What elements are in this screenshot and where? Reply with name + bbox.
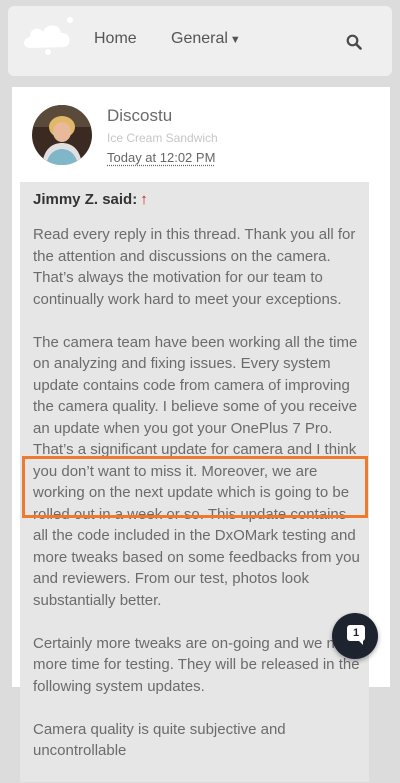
chat-bubble-tail	[358, 640, 363, 645]
quote-body: Read every reply in this thread. Thank y…	[33, 224, 365, 783]
quote-paragraph: Certainly more tweaks are on-going and w…	[33, 634, 360, 695]
notification-count: 1	[347, 625, 365, 641]
notifications-button[interactable]: 1	[332, 613, 378, 659]
jump-to-quote-icon[interactable]: ↑	[140, 191, 148, 208]
nav-general-label: General	[171, 30, 228, 47]
quote-paragraph: Read every reply in this thread. Thank y…	[33, 226, 356, 308]
search-button[interactable]	[330, 24, 378, 60]
avatar[interactable]	[32, 105, 92, 165]
cloud-logo-icon[interactable]	[20, 14, 78, 62]
post-card: Discostu Ice Cream Sandwich Today at 12:…	[12, 87, 390, 782]
quote-header: Jimmy Z. said: ↑	[33, 191, 148, 208]
post-username[interactable]: Discostu	[107, 106, 172, 126]
quote-block: Jimmy Z. said: ↑ Read every reply in this…	[20, 182, 369, 782]
quote-author-said: Jimmy Z. said:	[33, 191, 138, 208]
nav-general-dropdown[interactable]: General ▼	[171, 30, 241, 48]
user-title: Ice Cream Sandwich	[107, 131, 218, 145]
quote-paragraph: Camera quality is quite subjective and u…	[33, 720, 286, 760]
nav-home-link[interactable]: Home	[94, 30, 137, 48]
post-timestamp[interactable]: Today at 12:02 PM	[107, 150, 215, 165]
top-navbar: Home General ▼	[8, 6, 392, 76]
caret-down-icon: ▼	[229, 34, 241, 46]
search-icon	[346, 34, 362, 50]
quote-paragraph: The camera team have been working all th…	[33, 333, 360, 609]
